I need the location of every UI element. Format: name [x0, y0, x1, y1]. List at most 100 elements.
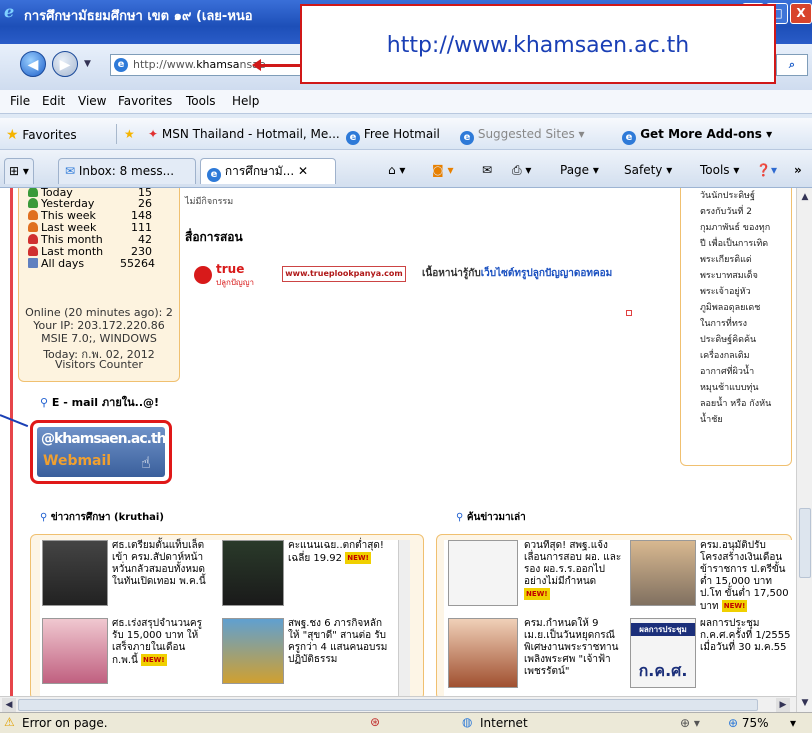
menu-favorites[interactable]: Favorites — [118, 94, 172, 108]
page-content: Today 15 Yesterday 26 This week 148 Last we… — [0, 188, 796, 716]
person-icon — [28, 246, 38, 256]
news-left-scrollbar[interactable] — [398, 540, 410, 696]
news-thumb[interactable]: ผลการประชุม ก.ค.ศ. — [630, 618, 696, 688]
visitors-counter-label: Visitors Counter — [55, 358, 143, 371]
warning-icon[interactable]: ⚠ — [4, 715, 15, 729]
tab-current[interactable]: e การศึกษามั... ✕ — [200, 158, 336, 184]
browser-window: ℯ การศึกษามัธยมศึกษา เขต ๑๙ (เลย-หนอ _ □… — [0, 0, 812, 733]
favorites-bar: ★ Favorites ★ ✦ MSN Thailand - Hotmail, … — [0, 118, 812, 150]
scroll-left-icon[interactable]: ◀ — [2, 698, 16, 712]
news-thumb[interactable] — [448, 540, 518, 606]
menu-file[interactable]: File — [10, 94, 30, 108]
fav-hotmail[interactable]: e Free Hotmail — [346, 127, 440, 145]
globe-icon: ◍ — [462, 715, 473, 729]
news-item[interactable]: ดวนที่สุด! สพฐ.แจ้งเลื่อนการสอบ ผอ. และ … — [524, 540, 622, 601]
hand-cursor-icon: ☝ — [141, 453, 151, 472]
menu-edit[interactable]: Edit — [42, 94, 65, 108]
ie-page-icon: e — [346, 131, 360, 145]
true-logo-icon — [194, 266, 212, 284]
menu-tools[interactable]: Tools — [186, 94, 216, 108]
status-bar: ⚠ Error on page. ⊛ ◍ Internet ⊕ ▾ ⊕ 75% … — [0, 712, 812, 733]
online-count: Online (20 minutes ago): 2 — [25, 306, 173, 319]
person-icon — [28, 222, 38, 232]
news-thumb[interactable] — [42, 540, 108, 606]
news-item[interactable]: สพฐ.ชง 6 ภารกิจหลักให้ "สุขาดี" สานต่อ ร… — [288, 618, 388, 666]
thumb-caption2: ก.ค.ศ. — [638, 661, 688, 680]
feeds-icon[interactable]: ◙ ▾ — [432, 163, 453, 177]
webmail-label: Webmail — [43, 453, 112, 469]
scroll-up-icon[interactable]: ▲ — [798, 190, 812, 204]
zoom-level[interactable]: ⊕ 75% — [728, 716, 769, 730]
menu-view[interactable]: View — [78, 94, 106, 108]
stat-row: All days 55264 — [28, 257, 155, 270]
page-icon: e — [114, 58, 128, 72]
vertical-scrollbar[interactable]: ▲ ▼ — [796, 188, 812, 716]
suggested-icon: e — [460, 131, 474, 145]
webmail-logo: @khamsaen.ac.th Webmail ☝ — [37, 427, 167, 477]
horizontal-thumb[interactable] — [18, 699, 758, 711]
home-icon[interactable]: ⌂ ▾ — [388, 163, 405, 177]
news-right-heading: ⚲ ค้นข่าวมาเล่า — [456, 512, 526, 523]
protected-mode-icon[interactable]: ⊕ ▾ — [680, 716, 700, 730]
horizontal-scrollbar[interactable]: ◀ ▶ — [0, 696, 796, 713]
help-icon[interactable]: ❓▾ — [756, 163, 777, 177]
vertical-thumb[interactable] — [799, 508, 811, 578]
news-item[interactable]: ศธ.เร่งสรุปจำนวนครู รับ 15,000 บาท ให้เส… — [112, 618, 212, 667]
fav-addons[interactable]: e Get More Add-ons ▾ — [622, 127, 772, 145]
news-item[interactable]: ครม.กำหนดให้ 9 เม.ย.เป็นวันหยุดกรณีพิเศษ… — [524, 618, 622, 678]
inventor-day-text: วันนักประดิษฐ์ ตรงกับวันที่ 2 กุมภาพันธ์… — [700, 191, 772, 425]
true-logo-text: true — [216, 262, 245, 276]
callout-arrow-left — [0, 414, 29, 428]
news-thumb[interactable] — [222, 618, 284, 684]
star-icon: ★ — [6, 127, 19, 143]
scroll-down-icon[interactable]: ▼ — [798, 696, 812, 710]
error-text[interactable]: Error on page. — [22, 716, 108, 730]
print-icon[interactable]: ⎙ ▾ — [512, 163, 531, 178]
webmail-domain: @khamsaen.ac.th — [41, 431, 167, 447]
divider — [116, 124, 117, 144]
zoom-dropdown-icon[interactable]: ▾ — [790, 716, 796, 730]
news-thumb[interactable] — [42, 618, 108, 684]
person-icon — [28, 234, 38, 244]
email-heading: ⚲ E - mail ภายใน..@! — [40, 396, 160, 409]
news-item[interactable]: ผลการประชุม ก.ค.ศ.ครั้งที่ 1/2555 เมื่อว… — [700, 618, 792, 654]
news-item[interactable]: ศธ.เตรียมตั้นแท็บเล็ตเข้า ครม.สัปดาห์หน้… — [112, 540, 212, 588]
news-thumb[interactable] — [448, 618, 518, 688]
menu-help[interactable]: Help — [232, 94, 259, 108]
add-favorite-icon[interactable]: ★ — [124, 127, 135, 141]
favorites-button[interactable]: ★ Favorites — [6, 127, 77, 143]
search-icon[interactable]: ⌕ — [776, 54, 808, 76]
close-button[interactable]: X — [790, 3, 812, 24]
trueplookpanya-banner[interactable]: true ปลูกปัญญา www.trueplookpanya.com เน… — [194, 260, 642, 296]
tools-menu[interactable]: Tools ▾ — [700, 163, 739, 177]
scroll-right-icon[interactable]: ▶ — [776, 698, 790, 712]
back-button[interactable]: ◀ — [20, 51, 46, 77]
tab-bar: ⊞ ▾ ✉ Inbox: 8 mess... e การศึกษามั... ✕… — [0, 150, 812, 188]
news-thumb[interactable] — [222, 540, 284, 606]
safety-menu[interactable]: Safety ▾ — [624, 163, 672, 177]
thumb-caption: ผลการประชุม — [631, 623, 695, 636]
quick-tabs-icon[interactable]: ⊞ ▾ — [4, 158, 34, 184]
forward-button[interactable]: ▶ — [52, 51, 78, 77]
chevron-more-icon[interactable]: » — [794, 163, 802, 177]
visitor-ip: Your IP: 203.172.220.86 — [33, 319, 165, 332]
news-item[interactable]: ครม.อนุมัติปรับโครงสร้างเงินเดือนข้าราชก… — [700, 540, 792, 613]
person-icon — [28, 210, 38, 220]
addons-icon: e — [622, 131, 636, 145]
tab-ie-icon: e — [207, 168, 221, 182]
tab-inbox[interactable]: ✉ Inbox: 8 mess... — [58, 158, 196, 184]
news-left-heading: ⚲ ข่าวการศึกษา (kruthai) — [40, 512, 164, 523]
news-left-list: ศธ.เตรียมตั้นแท็บเล็ตเข้า ครม.สัปดาห์หน้… — [40, 540, 410, 696]
mail-read-icon[interactable]: ✉ — [482, 163, 492, 177]
fav-suggested[interactable]: e Suggested Sites ▾ — [460, 127, 585, 145]
chart-icon — [28, 258, 38, 268]
page-menu[interactable]: Page ▾ — [560, 163, 599, 177]
fav-msn[interactable]: ✦ MSN Thailand - Hotmail, Me... — [148, 127, 340, 141]
webmail-link[interactable]: @khamsaen.ac.th Webmail ☝ — [30, 420, 172, 484]
news-thumb[interactable] — [630, 540, 696, 606]
nav-dropdown-icon[interactable]: ▼ — [84, 59, 91, 69]
small-marker — [626, 310, 632, 316]
news-item[interactable]: คะแนนเฉย..ตกต่ำสุด! เฉลี่ย 19.92 NEW! — [288, 540, 388, 565]
page-left-border — [10, 188, 13, 716]
privacy-icon[interactable]: ⊛ — [370, 715, 380, 729]
